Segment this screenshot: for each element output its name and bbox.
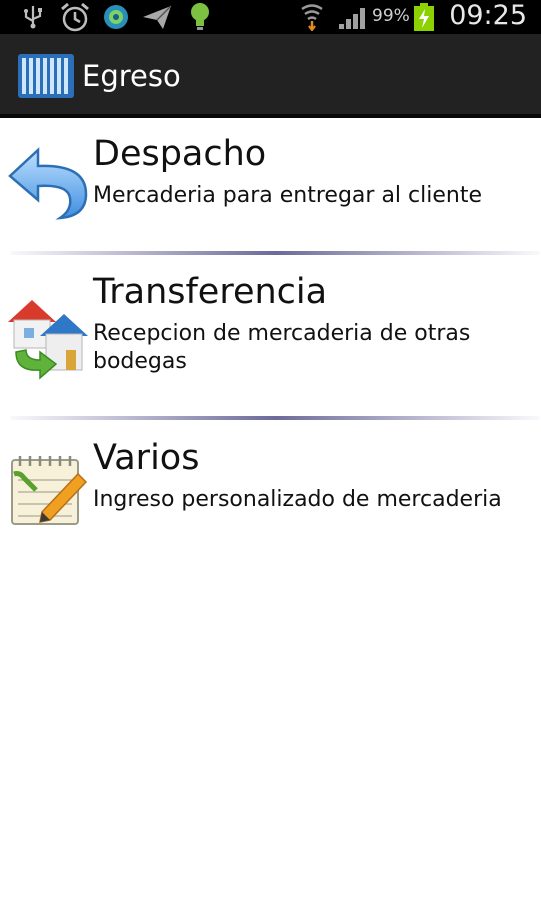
barcode-app-icon[interactable] xyxy=(18,54,74,98)
page-title: Egreso xyxy=(82,59,181,93)
usb-icon xyxy=(20,0,46,34)
wifi-icon xyxy=(298,0,326,34)
lightbulb-icon xyxy=(186,0,214,34)
divider xyxy=(10,416,540,420)
list-item-transferencia[interactable]: Transferencia Recepcion de mercaderia de… xyxy=(0,256,541,416)
send-icon xyxy=(140,0,174,34)
sync-app-icon xyxy=(100,0,132,34)
status-bar: 99% 09:25 xyxy=(0,0,541,34)
item-title: Transferencia xyxy=(93,272,328,312)
item-description: Recepcion de mercaderia de otras bodegas xyxy=(93,321,471,374)
return-arrow-icon xyxy=(6,146,90,230)
action-bar: Egreso xyxy=(0,34,541,118)
clock: 09:25 xyxy=(449,0,527,31)
list-item-despacho[interactable]: Despacho Mercaderia para entregar al cli… xyxy=(0,118,541,248)
item-title: Varios xyxy=(93,438,200,478)
item-description: Ingreso personalizado de mercaderia xyxy=(93,487,502,512)
divider xyxy=(10,251,540,255)
alarm-icon xyxy=(58,0,92,34)
house-transfer-icon xyxy=(6,292,90,380)
list-item-varios[interactable]: Varios Ingreso personalizado de mercader… xyxy=(0,422,541,552)
item-description: Mercaderia para entregar al cliente xyxy=(93,183,482,208)
item-title: Despacho xyxy=(93,134,267,174)
battery-percent: 99% xyxy=(372,6,410,26)
notepad-pencil-icon xyxy=(6,452,90,536)
signal-icon xyxy=(336,0,370,34)
battery-charging-icon xyxy=(412,0,436,34)
